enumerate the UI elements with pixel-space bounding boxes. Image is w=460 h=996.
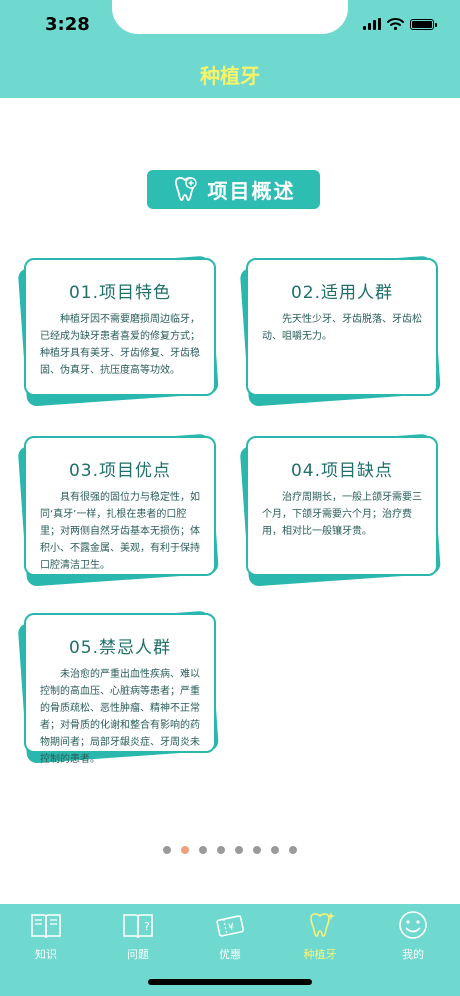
book-icon xyxy=(31,914,61,939)
tab-label: 种植牙 xyxy=(303,948,337,961)
page-dot-active[interactable] xyxy=(181,846,189,854)
home-indicator xyxy=(148,979,312,985)
tab-label: 我的 xyxy=(402,948,424,961)
card-text: 先天性少牙、牙齿脱落、牙齿松动、咀嚼无力。 xyxy=(262,314,422,342)
card-contraindications: 05.禁忌人群 未治愈的严重出血性疾病、难以控制的高血压、心脏病等患者；严重的骨… xyxy=(17,610,219,765)
card-title: 04.项目缺点 xyxy=(290,461,394,481)
coupon-icon: ¥ xyxy=(216,915,245,937)
card-title: 03.项目优点 xyxy=(68,461,172,481)
section-title: 项目概述 xyxy=(207,179,296,203)
svg-text:?: ? xyxy=(144,920,150,933)
card-text: 治疗周期长，一般上颌牙需要三个月，下颌牙需要六个月；治疗费用，相对比一般镶牙贵。 xyxy=(262,492,422,537)
page-dot[interactable] xyxy=(289,846,297,854)
battery-icon xyxy=(410,18,437,30)
page-indicator[interactable] xyxy=(163,846,297,854)
tab-offers[interactable]: ¥ 优惠 xyxy=(200,910,260,962)
page-dot[interactable] xyxy=(235,846,243,854)
page-dot[interactable] xyxy=(253,846,261,854)
card-title: 05.禁忌人群 xyxy=(68,638,172,658)
question-book-icon: ? xyxy=(123,914,153,939)
wifi-icon xyxy=(387,18,404,30)
tab-implant[interactable]: 种植牙 xyxy=(290,910,350,962)
card-text: 种植牙因不需要磨损周边临牙，已经成为缺牙患者喜爱的修复方式；种植牙具有美牙、牙齿… xyxy=(40,314,200,376)
page-title: 种植牙 xyxy=(200,64,260,88)
header: 3:28 种植牙 xyxy=(0,0,460,98)
tab-label: 问题 xyxy=(127,948,149,961)
card-text: 具有很强的固位力与稳定性，如同‘真牙’一样，扎根在患者的口腔里；对两侧自然牙齿基… xyxy=(40,492,200,571)
page-dot[interactable] xyxy=(163,846,171,854)
signal-icon xyxy=(363,18,381,30)
status-time: 3:28 xyxy=(45,14,90,35)
notch xyxy=(112,0,348,34)
tab-knowledge[interactable]: 知识 xyxy=(16,910,76,962)
page-dot[interactable] xyxy=(199,846,207,854)
card-audience: 02.适用人群 先天性少牙、牙齿脱落、牙齿松动、咀嚼无力。 xyxy=(239,255,441,407)
page-dot[interactable] xyxy=(217,846,225,854)
svg-text:¥: ¥ xyxy=(228,922,236,933)
card-title: 01.项目特色 xyxy=(68,283,172,303)
card-features: 01.项目特色 种植牙因不需要磨损周边临牙，已经成为缺牙患者喜爱的修复方式；种植… xyxy=(17,255,219,407)
tooth-icon xyxy=(310,912,335,937)
tab-profile[interactable]: 我的 xyxy=(383,910,443,962)
card-advantages: 03.项目优点 具有很强的固位力与稳定性，如同‘真牙’一样，扎根在患者的口腔里；… xyxy=(17,433,219,587)
tab-label: 知识 xyxy=(35,948,57,961)
status-icons xyxy=(363,16,437,32)
tab-label: 优惠 xyxy=(219,948,241,961)
page-dot[interactable] xyxy=(271,846,279,854)
tooth-icon xyxy=(174,176,197,201)
tab-questions[interactable]: ? 问题 xyxy=(108,910,168,962)
card-text: 未治愈的严重出血性疾病、难以控制的高血压、心脏病等患者；严重的骨质疏松、恶性肿瘤… xyxy=(40,669,200,765)
section-badge: 项目概述 xyxy=(147,170,320,209)
card-title: 02.适用人群 xyxy=(290,283,394,303)
smiley-icon xyxy=(399,911,427,939)
card-disadvantages: 04.项目缺点 治疗周期长，一般上颌牙需要三个月，下颌牙需要六个月；治疗费用，相… xyxy=(239,433,441,587)
